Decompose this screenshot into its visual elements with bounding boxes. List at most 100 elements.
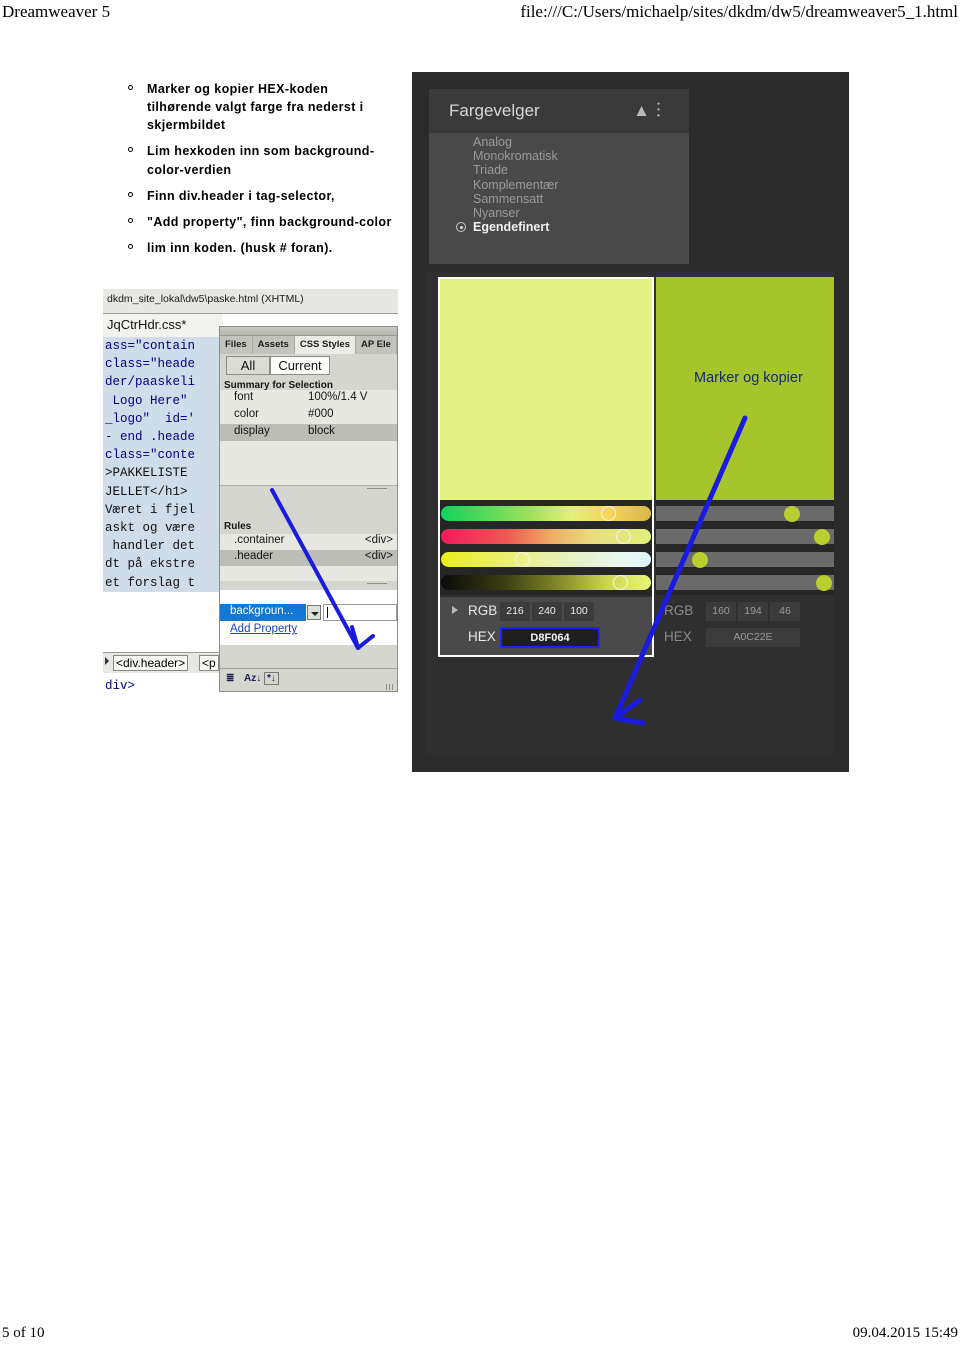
- print-header: Dreamweaver 5 file:///C:/Users/michaelp/…: [0, 0, 960, 30]
- harmony-mode-list: Analog Monokromatisk Triade Komplementær…: [429, 135, 689, 234]
- list-item: lim inn koden. (husk # foran).: [125, 239, 395, 257]
- chevron-double-up-icon[interactable]: ▲︙: [633, 102, 667, 119]
- panel-resize-grip[interactable]: [386, 684, 395, 690]
- rule-selector: .container: [234, 534, 285, 546]
- az-sort-icon[interactable]: A​z↓: [244, 673, 261, 684]
- brightness-slider-knob[interactable]: [515, 552, 530, 567]
- file-tab-label: JqCtrHdr.css*: [107, 317, 187, 332]
- color-picker-screenshot: Fargevelger ▲︙ Analog Monokromatisk Tria…: [412, 72, 849, 772]
- rule-tag: <div>: [364, 534, 393, 546]
- active-value-readout: RGB 216 240 100 HEX D8F064: [438, 597, 654, 657]
- summary-property: display: [234, 425, 270, 437]
- radio-selected-icon: [456, 222, 466, 233]
- rule-tag: <div>: [364, 550, 393, 562]
- fargevelger-panel: Fargevelger ▲︙ Analog Monokromatisk Tria…: [429, 89, 689, 264]
- page-number: 5 of 10: [2, 1325, 45, 1341]
- base-saturation-slider: [656, 529, 834, 545]
- rgb-r-value[interactable]: 216: [500, 602, 530, 621]
- base-rgb-r-value: 160: [706, 602, 736, 621]
- mode-komplementaer[interactable]: Komplementær: [429, 178, 689, 192]
- mode-monokromatisk[interactable]: Monokromatisk: [429, 149, 689, 163]
- base-saturation-slider-knob: [814, 529, 830, 545]
- tag-selector-item-div-header[interactable]: <div.header>: [113, 655, 189, 671]
- tab-ap-elements[interactable]: AP Ele: [356, 336, 397, 354]
- show-set-icon[interactable]: *↓: [264, 672, 279, 685]
- value-slider-knob[interactable]: [613, 575, 628, 590]
- base-brightness-slider-knob: [692, 552, 708, 568]
- all-view-button[interactable]: All: [226, 356, 270, 375]
- table-row[interactable]: display block: [220, 424, 397, 441]
- hex-label: HEX: [468, 629, 496, 644]
- summary-value: 100%/1.4 V: [308, 391, 368, 403]
- css-styles-panel: Files Assets CSS Styles AP Ele All Curre…: [219, 326, 398, 692]
- property-value-input[interactable]: [323, 604, 397, 621]
- document-path-label: dkdm_site_lokal\dw5\paske.html (XHTML): [107, 293, 304, 305]
- mode-triade[interactable]: Triade: [429, 163, 689, 177]
- property-name-background[interactable]: backgroun...: [220, 604, 306, 621]
- value-slider[interactable]: [441, 575, 651, 590]
- rgb-b-value[interactable]: 100: [564, 602, 594, 621]
- active-color-swatch[interactable]: [438, 277, 654, 500]
- add-property-link[interactable]: Add Property: [230, 623, 297, 635]
- table-row[interactable]: .header <div>: [220, 550, 397, 566]
- base-hue-slider: [656, 506, 834, 522]
- mode-sammensatt[interactable]: Sammensatt: [429, 192, 689, 206]
- table-row[interactable]: color #000: [220, 407, 397, 424]
- current-view-button[interactable]: Current: [270, 356, 330, 375]
- mode-analog[interactable]: Analog: [429, 135, 689, 149]
- document-title: Dreamweaver 5: [2, 2, 111, 21]
- document-titlebar: dkdm_site_lokal\dw5\paske.html (XHTML): [103, 289, 398, 314]
- panel-footer-toolbar: ≣ A​z↓ *↓: [220, 668, 397, 691]
- color-board: Marker og kopier RGB 216 240 100 HEX D8F…: [426, 272, 834, 755]
- list-item: Finn div.header i tag-selector,: [125, 187, 395, 205]
- table-row[interactable]: font 100%/1.4 V: [220, 390, 397, 407]
- summary-value: block: [308, 425, 335, 437]
- summary-empty-area: [220, 442, 397, 486]
- list-view-icon[interactable]: ≣: [226, 673, 234, 684]
- hue-slider[interactable]: [441, 506, 651, 521]
- code-line-last: div>: [105, 679, 136, 693]
- print-timestamp: 09.04.2015 15:49: [852, 1325, 958, 1341]
- mode-egendefinert[interactable]: Egendefinert: [429, 220, 689, 234]
- brightness-slider[interactable]: [441, 552, 651, 567]
- summary-property: color: [234, 408, 259, 420]
- instruction-list: Marker og kopier HEX-koden tilhørende va…: [125, 80, 395, 265]
- base-rgb-label: RGB: [664, 603, 694, 618]
- tab-files[interactable]: Files: [220, 336, 253, 354]
- base-value-slider-knob: [816, 575, 832, 591]
- expand-arrow-icon[interactable]: [452, 606, 458, 614]
- list-item: Lim hexkoden inn som background-color-ve…: [125, 142, 395, 178]
- panel-splitter-bottom[interactable]: [220, 581, 397, 587]
- tab-assets[interactable]: Assets: [253, 336, 295, 354]
- list-item: Marker og kopier HEX-koden tilhørende va…: [125, 80, 395, 134]
- summary-property: font: [234, 391, 254, 403]
- tag-selector-arrow-icon: [105, 657, 109, 665]
- tag-selector-item-p[interactable]: <p: [199, 655, 219, 671]
- panel-splitter-top[interactable]: [220, 486, 397, 492]
- hex-input[interactable]: D8F064: [500, 627, 600, 648]
- rule-selector: .header: [234, 550, 274, 562]
- rgb-label: RGB: [468, 603, 498, 618]
- base-slider-group: [656, 500, 834, 595]
- active-slider-group: [438, 500, 654, 595]
- hue-slider-knob[interactable]: [601, 506, 616, 521]
- base-hex-value: A0C22E: [706, 628, 800, 647]
- saturation-slider[interactable]: [441, 529, 651, 544]
- base-color-swatch[interactable]: Marker og kopier: [656, 277, 834, 500]
- document-url: file:///C:/Users/michaelp/sites/dkdm/dw5…: [520, 2, 958, 21]
- base-rgb-g-value: 194: [738, 602, 768, 621]
- list-item: "Add property", finn background-color: [125, 213, 395, 231]
- base-hue-slider-knob: [784, 506, 800, 522]
- chevron-down-icon[interactable]: [307, 605, 321, 620]
- rgb-g-value[interactable]: 240: [532, 602, 562, 621]
- tab-css-styles[interactable]: CSS Styles: [294, 336, 356, 354]
- panel-title: Fargevelger: [449, 101, 540, 120]
- mode-nyanser[interactable]: Nyanser: [429, 206, 689, 220]
- panel-tab-bar: Files Assets CSS Styles AP Ele: [220, 336, 397, 354]
- rules-section-title: Rules: [224, 521, 252, 532]
- rules-table: .container <div> .header <div>: [220, 534, 397, 581]
- file-tab[interactable]: JqCtrHdr.css*: [103, 314, 223, 338]
- saturation-slider-knob[interactable]: [616, 529, 631, 544]
- panel-grab-handle[interactable]: [220, 327, 397, 336]
- table-row[interactable]: .container <div>: [220, 534, 397, 550]
